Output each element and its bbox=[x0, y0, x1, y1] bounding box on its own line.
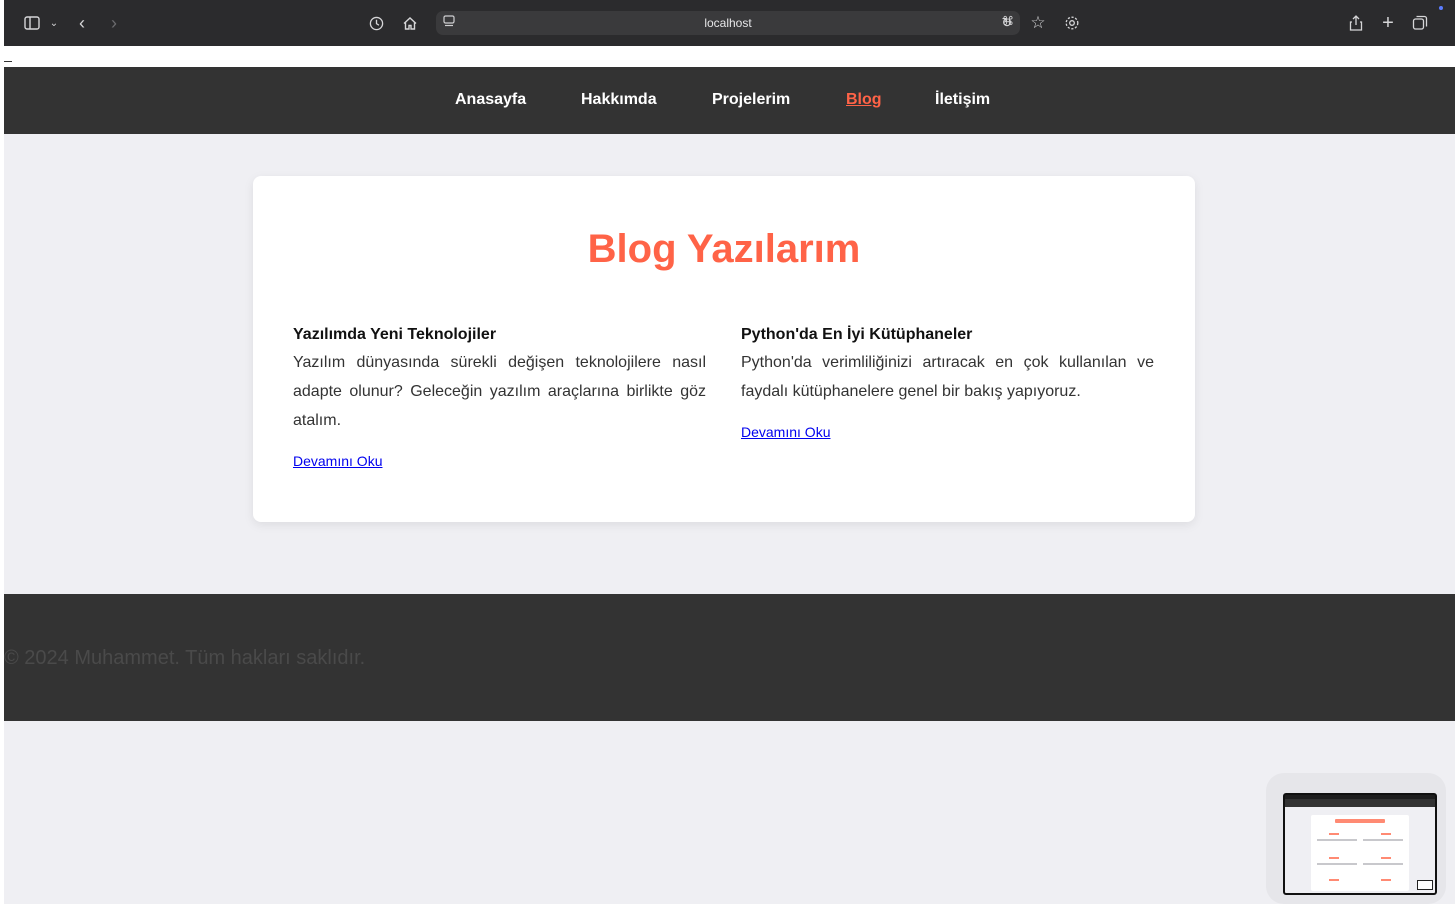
thumbnail-corner bbox=[1417, 880, 1433, 890]
thumbnail-heading bbox=[1381, 857, 1391, 859]
reload-icon[interactable]: ↻ bbox=[1000, 12, 1014, 34]
page-title: Blog Yazılarım bbox=[587, 227, 861, 271]
post-title: Yazılımda Yeni Teknolojiler bbox=[293, 326, 497, 343]
main-nav: Anasayfa Hakkımda Projelerim Blog İletiş… bbox=[4, 67, 1455, 134]
read-more-link[interactable]: Devamını Oku bbox=[741, 424, 830, 440]
share-icon[interactable] bbox=[1346, 12, 1366, 34]
chevron-down-icon[interactable]: ⌄ bbox=[48, 12, 60, 34]
thumbnail-heading bbox=[1329, 857, 1339, 859]
thumbnail-card bbox=[1311, 815, 1409, 891]
post-title: Python'da En İyi Kütüphaneler bbox=[741, 326, 973, 343]
back-icon[interactable]: ‹ bbox=[74, 12, 90, 34]
home-icon[interactable] bbox=[400, 12, 420, 34]
nav-item-anasayfa[interactable]: Anasayfa bbox=[455, 91, 526, 109]
thumbnail-heading bbox=[1381, 879, 1391, 881]
nav-item-iletisim[interactable]: İletişim bbox=[935, 91, 990, 109]
post-excerpt: Yazılım dünyasında sürekli değişen tekno… bbox=[293, 354, 706, 429]
star-icon[interactable]: ☆ bbox=[1028, 12, 1048, 34]
thumbnail-nav bbox=[1285, 799, 1435, 807]
nav-item-projelerim[interactable]: Projelerim bbox=[712, 91, 790, 109]
thumbnail-line bbox=[1363, 863, 1403, 865]
url-text: localhost bbox=[704, 16, 752, 30]
post-excerpt: Python'da verimliliğinizi artıracak en ç… bbox=[741, 354, 1154, 400]
site-header: Anasayfa Hakkımda Projelerim Blog İletiş… bbox=[4, 67, 1455, 134]
page-thumbnail[interactable] bbox=[1283, 793, 1437, 895]
sidebar-icon[interactable] bbox=[22, 12, 42, 34]
gear-icon[interactable] bbox=[1062, 12, 1082, 34]
nav-item-blog[interactable]: Blog bbox=[846, 91, 882, 109]
thumbnail-line bbox=[1317, 839, 1357, 841]
thumbnail-heading bbox=[1329, 879, 1339, 881]
read-more-link[interactable]: Devamını Oku bbox=[293, 453, 382, 469]
thumbnail-heading bbox=[1381, 833, 1391, 835]
main-content: Blog Yazılarım Yazılımda Yeni Teknolojil… bbox=[4, 134, 1455, 594]
notification-dot bbox=[1439, 6, 1443, 10]
thumbnail-heading bbox=[1329, 833, 1339, 835]
thumbnail-title bbox=[1335, 819, 1385, 823]
nav-item-hakkimda[interactable]: Hakkımda bbox=[581, 91, 657, 109]
forward-icon[interactable]: › bbox=[106, 12, 122, 34]
browser-toolbar: ⌄ ‹ › localhost ⌘ ↻ ☆ + bbox=[4, 0, 1455, 46]
blog-card: Blog Yazılarım Yazılımda Yeni Teknolojil… bbox=[253, 176, 1195, 522]
thumbnail-line bbox=[1363, 839, 1403, 841]
tabs-icon[interactable] bbox=[1410, 12, 1430, 34]
reader-icon[interactable] bbox=[442, 14, 456, 31]
new-tab-icon[interactable]: + bbox=[1378, 12, 1398, 34]
site-footer: © 2024 Muhammet. Tüm hakları saklıdır. bbox=[4, 594, 1455, 721]
blog-post: Python'da En İyi Kütüphaneler Python'da … bbox=[741, 324, 1154, 442]
history-icon[interactable] bbox=[366, 12, 386, 34]
blog-post: Yazılımda Yeni Teknolojiler Yazılım düny… bbox=[293, 324, 706, 471]
address-bar[interactable]: localhost ⌘ bbox=[436, 11, 1020, 35]
thumbnail-line bbox=[1317, 863, 1357, 865]
divider bbox=[4, 61, 12, 62]
copyright-text: © 2024 Muhammet. Tüm hakları saklıdır. bbox=[4, 647, 366, 669]
page-bottom bbox=[4, 721, 1455, 904]
